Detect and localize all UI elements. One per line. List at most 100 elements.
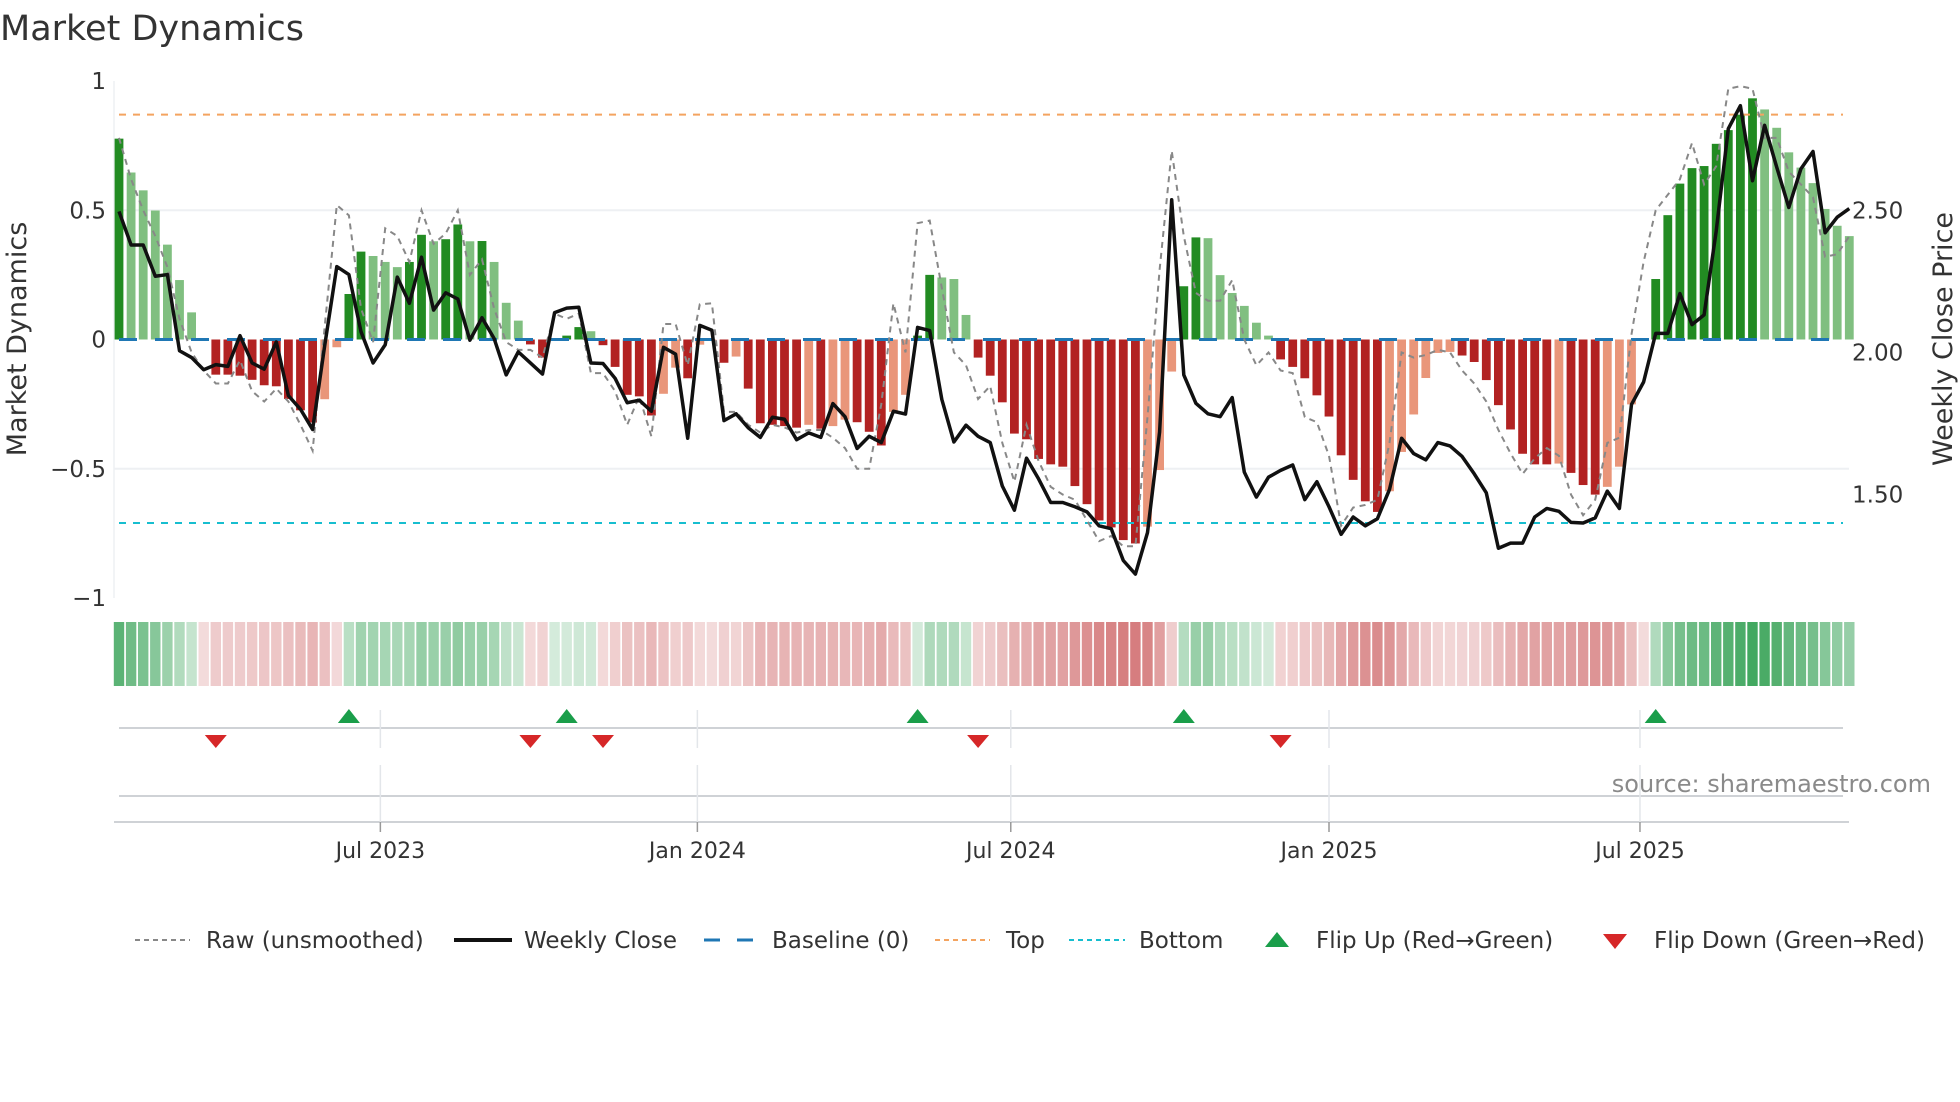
legend-label: Bottom — [1139, 928, 1223, 954]
regime-strip-cell — [1299, 622, 1310, 686]
regime-strip-cell — [573, 622, 584, 686]
histogram-bar — [1324, 339, 1334, 417]
regime-strip-cell — [1154, 622, 1165, 686]
regime-strip-cell — [960, 622, 972, 686]
histogram-bar — [1421, 339, 1431, 379]
regime-strip-cell — [367, 622, 379, 686]
histogram-bar — [1796, 167, 1806, 340]
regime-strip-cell — [1626, 622, 1637, 686]
regime-strip-cell — [1844, 622, 1855, 686]
chart-title: Market Dynamics — [0, 9, 304, 49]
y-tick-label: −0.5 — [50, 457, 106, 483]
histogram-bar — [211, 339, 221, 375]
regime-strip-cell — [125, 622, 137, 686]
histogram-bar — [1203, 238, 1213, 340]
regime-strip-cell — [1432, 622, 1444, 686]
x-tick-label: Jul 2025 — [1593, 839, 1685, 864]
regime-strip-cell — [319, 622, 330, 686]
regime-strip-cell — [718, 622, 730, 686]
regime-strip-cell — [1335, 622, 1347, 686]
legend-label: Flip Up (Red→Green) — [1316, 928, 1553, 954]
histogram-bar — [1070, 339, 1080, 487]
regime-strip-cell — [513, 622, 524, 686]
regime-strip-cell — [1832, 622, 1843, 686]
regime-strip-cell — [609, 622, 621, 686]
regime-strip-cell — [851, 622, 863, 686]
regime-strip-cell — [1045, 622, 1056, 686]
histogram-bar — [1506, 339, 1515, 430]
regime-strip-cell — [1590, 622, 1601, 686]
regime-strip-cell — [1444, 622, 1456, 686]
histogram-bar — [1832, 225, 1842, 340]
histogram-bar — [1784, 152, 1794, 340]
regime-strip-cell — [670, 622, 681, 686]
regime-strip-cell — [1771, 622, 1782, 686]
histogram-bar — [368, 256, 378, 340]
regime-strip-cell — [1493, 622, 1504, 686]
right-axis-ticks: 2.50 2.00 1.50 — [1852, 198, 1903, 508]
histogram-bar — [489, 261, 499, 340]
regime-strip-cell — [259, 622, 270, 686]
regime-strip-cell — [1686, 622, 1698, 686]
regime-strip-cell — [1602, 622, 1613, 686]
histogram-bar — [804, 339, 814, 425]
histogram-bar — [852, 339, 862, 423]
regime-strip-cell — [1202, 622, 1214, 686]
histogram-bar — [1300, 339, 1310, 379]
regime-strip-cell — [585, 622, 597, 686]
histogram-bar — [997, 339, 1007, 403]
legend-label: Flip Down (Green→Red) — [1654, 928, 1925, 954]
flip-up-marker — [1172, 709, 1195, 723]
regime-strip-cell — [1420, 622, 1431, 686]
regime-strip-cell — [464, 622, 476, 686]
regime-strip-cell — [888, 622, 899, 686]
y-axis-title: Market Dynamics — [2, 222, 33, 457]
regime-strip-cell — [1469, 622, 1480, 686]
regime-strip — [113, 622, 1855, 686]
histogram-bar — [1808, 183, 1818, 340]
regime-strip-cell — [1166, 622, 1177, 686]
regime-strip-cell — [1783, 622, 1794, 686]
histogram-bar — [780, 339, 789, 427]
regime-strip-cell — [1251, 622, 1262, 686]
histogram-bar — [1530, 339, 1540, 465]
regime-strip-cell — [355, 622, 367, 686]
histogram-bar — [1566, 339, 1576, 473]
histogram-bar — [441, 239, 451, 340]
histogram-bar — [1360, 339, 1370, 502]
histogram-bar — [1615, 339, 1624, 467]
histogram-bar — [743, 339, 753, 389]
legend-flip-up-icon — [1265, 932, 1289, 947]
regime-strip-cell — [972, 622, 984, 686]
regime-strip-cell — [1275, 622, 1286, 686]
regime-strip-cell — [198, 622, 209, 686]
regime-strip-cell — [1227, 622, 1238, 686]
regime-strip-cell — [561, 622, 572, 686]
regime-strip-cell — [1178, 622, 1189, 686]
histogram-bar — [1288, 339, 1298, 367]
regime-strip-cell — [113, 622, 125, 686]
histogram-bar — [889, 339, 898, 412]
y-tick-label: 1 — [91, 69, 106, 95]
x-tick-label: Jul 2024 — [964, 839, 1056, 864]
regime-strip-cell — [1396, 622, 1407, 686]
flip-down-marker — [204, 735, 227, 748]
histogram-bar — [864, 339, 874, 432]
regime-strip-cell — [1009, 622, 1020, 686]
regime-strip-cell — [1323, 622, 1335, 686]
regime-strip-cell — [803, 622, 814, 686]
raw-line — [118, 85, 1851, 548]
histogram-bar — [1445, 339, 1455, 352]
regime-strip-cell — [1311, 622, 1323, 686]
histogram-bar — [1409, 339, 1419, 415]
histogram-bar — [634, 339, 644, 397]
regime-strip-cell — [1819, 622, 1831, 686]
regime-strip-cell — [1081, 622, 1093, 686]
regime-strip-cell — [1481, 622, 1492, 686]
legend-label: Baseline (0) — [772, 928, 909, 954]
regime-strip-cell — [1735, 622, 1746, 686]
regime-strip-cell — [549, 622, 560, 686]
histogram-bar — [1276, 339, 1285, 360]
legend-label: Raw (unsmoothed) — [206, 928, 424, 954]
regime-strip-cell — [1723, 622, 1734, 686]
